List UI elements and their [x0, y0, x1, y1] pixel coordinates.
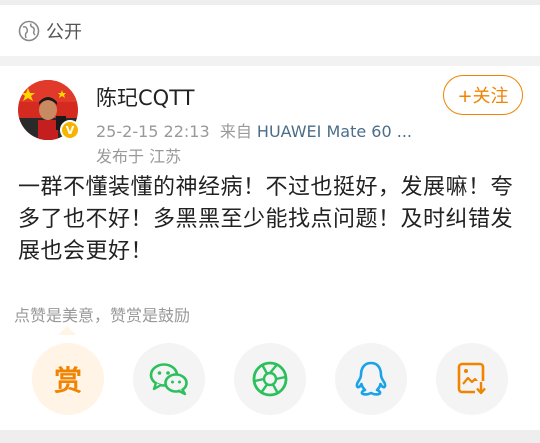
section-divider: [0, 56, 540, 66]
moments-icon: [252, 361, 288, 397]
source-device-link[interactable]: HUAWEI Mate 60 ...: [257, 122, 412, 141]
post-time: 25-2-15 22:13: [96, 122, 210, 141]
reward-pointer: [58, 326, 76, 335]
post-text: 一群不懂装懂的神经病！不过也挺好，发展嘛！夸多了也不好！多黑黑至少能找点问题！及…: [18, 175, 514, 264]
globe-icon: [18, 20, 40, 42]
reward-caption: 点赞是美意，赞赏是鼓励: [14, 306, 191, 325]
share-qq-button[interactable]: [335, 343, 407, 415]
share-moments-button[interactable]: [234, 343, 306, 415]
share-row: 赏: [0, 343, 540, 417]
avatar[interactable]: V: [18, 80, 80, 140]
save-image-button[interactable]: [436, 343, 508, 415]
bottom-divider: [0, 430, 540, 443]
post-location: 发布于 江苏: [96, 147, 182, 166]
share-wechat-button[interactable]: [133, 343, 205, 415]
reward-icon: 赏: [53, 364, 82, 397]
qq-icon: [355, 361, 387, 396]
reward-button[interactable]: 赏: [32, 343, 104, 415]
author-name[interactable]: 陈玘CQTT: [96, 82, 194, 112]
save-image-icon: [457, 362, 487, 395]
source-prefix: 来自: [219, 122, 252, 141]
visibility-bar[interactable]: 公开: [0, 5, 540, 56]
verified-badge: V: [60, 120, 80, 140]
post-meta: 25-2-15 22:13 来自 HUAWEI Mate 60 ...: [96, 118, 412, 142]
wechat-icon: [149, 363, 188, 396]
visibility-label: 公开: [46, 21, 82, 43]
follow-button[interactable]: +关注: [443, 75, 523, 115]
